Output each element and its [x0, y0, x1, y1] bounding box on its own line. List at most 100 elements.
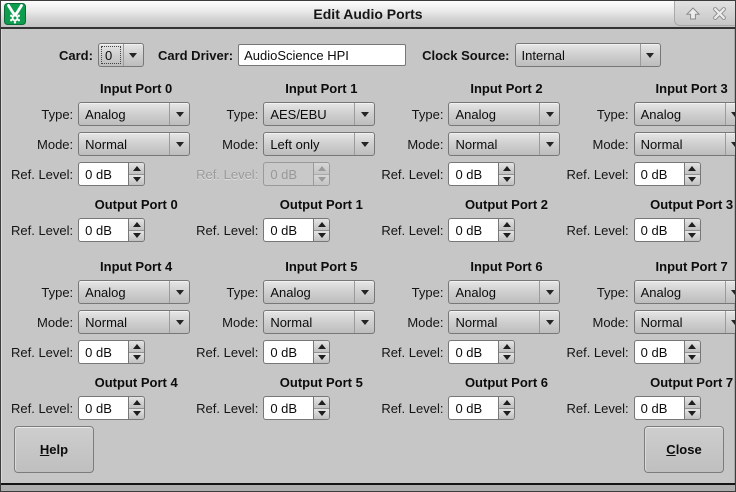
spin-down-button[interactable] [685, 175, 700, 186]
chevron-down-icon[interactable] [539, 103, 559, 125]
type-select[interactable]: Analog [448, 102, 560, 126]
window-resize-edge[interactable] [1, 483, 735, 491]
chevron-down-icon[interactable] [725, 281, 736, 303]
chevron-down-icon[interactable] [725, 311, 736, 333]
clock-source-value: Internal [516, 44, 640, 66]
mode-select[interactable]: Normal [448, 132, 560, 156]
spin-down-button[interactable] [499, 175, 514, 186]
card-driver-field[interactable] [238, 44, 406, 66]
chevron-down-icon[interactable] [123, 44, 143, 66]
spin-up-button[interactable] [129, 219, 144, 231]
ref-level-spinner[interactable]: 0 dB [448, 396, 515, 420]
clock-source-select[interactable]: Internal [515, 43, 661, 67]
mode-select[interactable]: Normal [78, 132, 190, 156]
type-row: Type: Analog [11, 280, 194, 304]
mode-select[interactable]: Normal [448, 310, 560, 334]
spin-up-button[interactable] [685, 219, 700, 231]
mode-select[interactable]: Normal [263, 310, 375, 334]
type-row: Type: Analog [381, 102, 564, 126]
spin-up-button[interactable] [499, 219, 514, 231]
ref-level-spinner[interactable]: 0 dB [263, 340, 330, 364]
spin-up-button[interactable] [499, 163, 514, 175]
spin-down-button[interactable] [685, 231, 700, 242]
type-select[interactable]: AES/EBU [263, 102, 375, 126]
ref-level-spinner[interactable]: 0 dB [78, 340, 145, 364]
spin-down-button[interactable] [314, 409, 329, 420]
type-select[interactable]: Analog [634, 102, 736, 126]
spin-down-button[interactable] [129, 409, 144, 420]
card-select[interactable]: 0 [98, 43, 144, 67]
spin-up-button[interactable] [499, 397, 514, 409]
mode-select[interactable]: Normal [634, 132, 736, 156]
type-label: Type: [412, 285, 444, 300]
chevron-down-icon[interactable] [725, 103, 736, 125]
ref-level-spinner[interactable]: 0 dB [448, 162, 515, 186]
mode-row: Mode: Normal [566, 132, 736, 156]
spin-up-button[interactable] [129, 163, 144, 175]
port-title: Output Port 3 [634, 197, 736, 212]
chevron-down-icon[interactable] [354, 133, 374, 155]
type-select[interactable]: Analog [263, 280, 375, 304]
titlebar[interactable]: Edit Audio Ports [1, 1, 735, 29]
ref-level-row: Ref. Level: 0 dB [381, 218, 564, 242]
chevron-down-icon[interactable] [539, 133, 559, 155]
spin-up-button[interactable] [685, 163, 700, 175]
mode-select[interactable]: Left only [263, 132, 375, 156]
mode-value: Normal [635, 133, 725, 155]
spin-down-button[interactable] [129, 353, 144, 364]
ref-level-spinner[interactable]: 0 dB [78, 162, 145, 186]
chevron-down-icon[interactable] [354, 311, 374, 333]
spin-up-button[interactable] [129, 397, 144, 409]
spin-up-button[interactable] [499, 341, 514, 353]
spin-up-button[interactable] [129, 341, 144, 353]
spin-down-button[interactable] [314, 231, 329, 242]
chevron-down-icon[interactable] [354, 103, 374, 125]
ref-level-spinner[interactable]: 0 dB [634, 340, 701, 364]
spin-up-button[interactable] [685, 397, 700, 409]
input-ports-row: Input Port 4 Type: Analog Mode: Normal R… [11, 259, 725, 364]
spin-down-button[interactable] [499, 231, 514, 242]
chevron-down-icon[interactable] [169, 281, 189, 303]
ref-level-spinner[interactable]: 0 dB [634, 162, 701, 186]
ref-level-spinner[interactable]: 0 dB [263, 218, 330, 242]
chevron-down-icon[interactable] [725, 133, 736, 155]
shade-window-button[interactable] [686, 7, 700, 20]
spin-up-button[interactable] [685, 341, 700, 353]
spin-down-button[interactable] [499, 353, 514, 364]
spin-up-button[interactable] [314, 219, 329, 231]
spin-down-button[interactable] [685, 353, 700, 364]
mode-select[interactable]: Normal [78, 310, 190, 334]
type-select[interactable]: Analog [78, 280, 190, 304]
spin-down-button[interactable] [129, 231, 144, 242]
spin-up-button[interactable] [314, 341, 329, 353]
chevron-down-icon[interactable] [640, 44, 660, 66]
spin-up-button[interactable] [314, 397, 329, 409]
ref-level-label: Ref. Level: [566, 167, 628, 182]
ref-level-spinner[interactable]: 0 dB [263, 396, 330, 420]
spin-down-button[interactable] [129, 175, 144, 186]
type-select[interactable]: Analog [448, 280, 560, 304]
ref-level-spinner[interactable]: 0 dB [78, 218, 145, 242]
spin-down-button[interactable] [499, 409, 514, 420]
spin-down-button[interactable] [314, 353, 329, 364]
ref-level-spinner[interactable]: 0 dB [448, 218, 515, 242]
chevron-down-icon[interactable] [169, 103, 189, 125]
chevron-down-icon[interactable] [169, 133, 189, 155]
clock-source-label: Clock Source: [422, 48, 509, 63]
close-window-button[interactable] [713, 7, 726, 20]
ref-level-spinner[interactable]: 0 dB [634, 218, 701, 242]
mode-select[interactable]: Normal [634, 310, 736, 334]
type-select[interactable]: Analog [634, 280, 736, 304]
ref-level-spinner[interactable]: 0 dB [78, 396, 145, 420]
chevron-down-icon[interactable] [169, 311, 189, 333]
ref-level-spinner[interactable]: 0 dB [448, 340, 515, 364]
chevron-down-icon[interactable] [539, 281, 559, 303]
type-select[interactable]: Analog [78, 102, 190, 126]
spin-down-button[interactable] [685, 409, 700, 420]
chevron-down-icon[interactable] [539, 311, 559, 333]
input-port-7-group: Input Port 7 Type: Analog Mode: Normal R… [566, 259, 736, 364]
help-button[interactable]: Help [14, 426, 94, 473]
chevron-down-icon[interactable] [354, 281, 374, 303]
close-button[interactable]: Close [644, 426, 724, 473]
ref-level-spinner[interactable]: 0 dB [634, 396, 701, 420]
